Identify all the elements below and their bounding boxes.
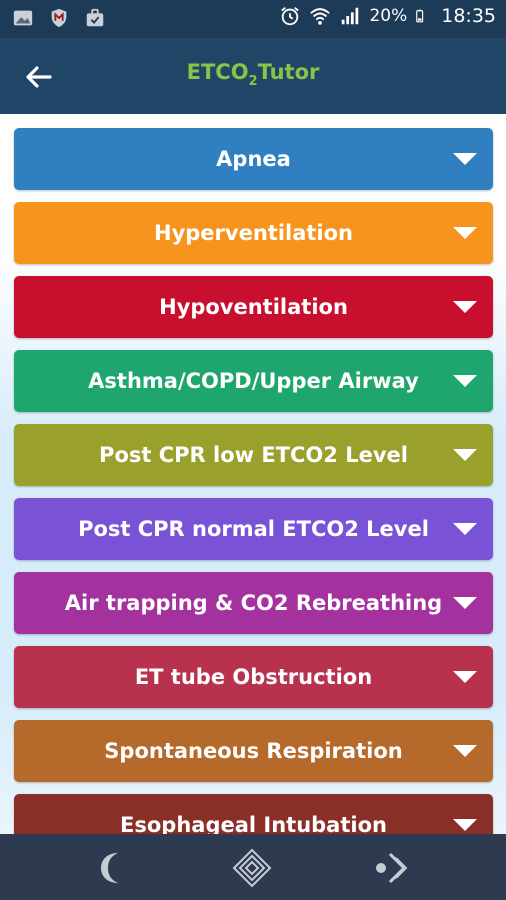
battery-icon [416,9,424,23]
accordion-item-label: Air trapping & CO2 Rebreathing [64,591,443,615]
page-title: ETCO2Tutor [0,60,506,89]
accordion-item[interactable]: ET tube Obstruction [14,646,493,708]
accordion-item-label: Post CPR low ETCO2 Level [99,443,408,467]
accordion-list: Apnea Hyperventilation Hypoventilation Asth… [14,128,493,834]
accordion-item-label: Hyperventilation [154,221,353,245]
wifi-icon [310,8,331,25]
accordion-item-label: ET tube Obstruction [134,665,373,689]
mcafee-shield-icon [51,8,67,28]
title-subscript: 2 [248,74,258,89]
status-left-icons [12,7,106,29]
status-bar: 20% 18:35 [0,0,506,38]
content-area: Apnea Hyperventilation Hypoventilation Asth… [0,114,506,834]
alarm-clock-icon [281,7,300,26]
dot-arrow-icon[interactable] [372,848,412,888]
accordion-item[interactable]: Spontaneous Respiration [14,720,493,782]
accordion-item-label: Post CPR normal ETCO2 Level [78,517,429,541]
accordion-item[interactable]: Post CPR normal ETCO2 Level [14,498,493,560]
accordion-item-label: Asthma/COPD/Upper Airway [88,369,419,393]
caret-down-icon[interactable] [453,745,477,757]
caret-down-icon[interactable] [453,523,477,535]
app-bar: ETCO2Tutor [0,38,506,114]
briefcase-check-icon [86,8,104,27]
accordion-item-label: Hypoventilation [159,295,348,319]
accordion-item[interactable]: Hypoventilation [14,276,493,338]
caret-down-icon[interactable] [453,671,477,683]
caret-down-icon[interactable] [453,375,477,387]
accordion-item[interactable]: Apnea [14,128,493,190]
caret-down-icon[interactable] [453,153,477,165]
diamond-icon[interactable] [232,848,272,888]
signal-icon [342,7,359,25]
title-tail: Tutor [257,60,320,84]
bottom-nav [0,834,506,900]
caret-down-icon[interactable] [453,227,477,239]
status-right: 20% 18:35 [279,5,496,27]
battery-percent: 20% [369,6,408,26]
accordion-item[interactable]: Post CPR low ETCO2 Level [14,424,493,486]
caret-down-icon[interactable] [453,449,477,461]
caret-down-icon[interactable] [453,819,477,831]
caret-down-icon[interactable] [453,597,477,609]
accordion-item-label: Spontaneous Respiration [104,739,403,763]
clock-time: 18:35 [441,5,496,27]
accordion-item[interactable]: Asthma/COPD/Upper Airway [14,350,493,412]
caret-down-icon[interactable] [453,301,477,313]
accordion-item-label: Esophageal Intubation [120,813,387,834]
accordion-item-label: Apnea [216,147,291,171]
accordion-item[interactable]: Air trapping & CO2 Rebreathing [14,572,493,634]
accordion-item[interactable]: Esophageal Intubation [14,794,493,834]
accordion-item[interactable]: Hyperventilation [14,202,493,264]
image-icon [13,10,33,26]
title-main: ETCO [186,60,249,84]
moon-icon[interactable] [92,848,132,888]
